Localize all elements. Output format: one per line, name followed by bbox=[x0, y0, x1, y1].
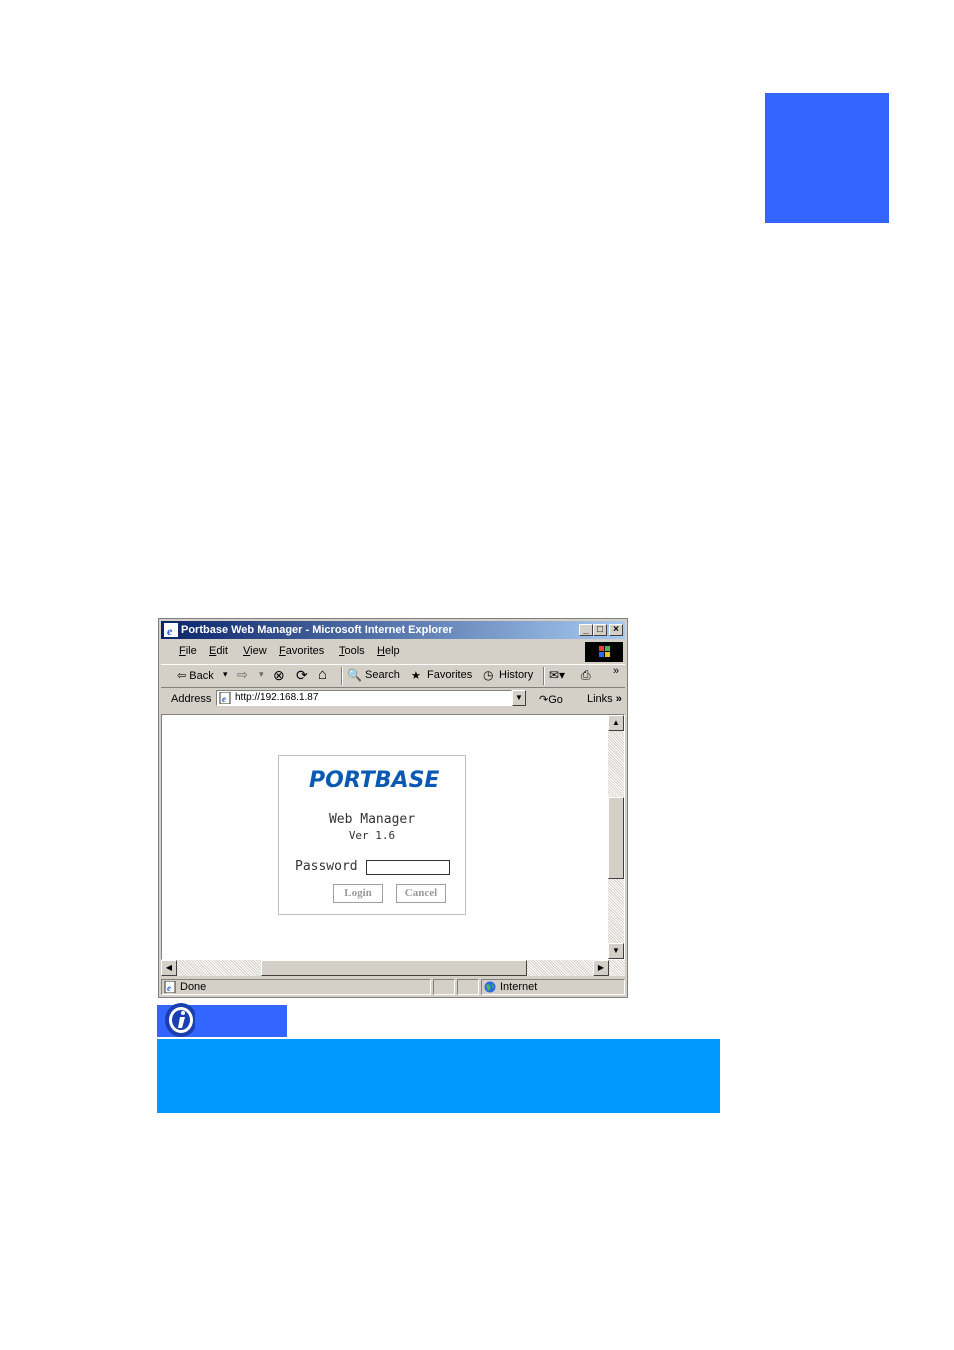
ie-browser-window: e Portbase Web Manager - Microsoft Inter… bbox=[158, 618, 628, 998]
menu-view[interactable]: View bbox=[243, 645, 267, 657]
menu-help[interactable]: Help bbox=[377, 645, 400, 657]
toolbar-more-icon[interactable]: » bbox=[613, 665, 619, 677]
go-arrow-icon: ↷ bbox=[539, 694, 549, 706]
maximize-button[interactable]: □ bbox=[593, 624, 607, 636]
svg-text:e: e bbox=[167, 624, 173, 637]
status-text-cell: e Done bbox=[161, 979, 431, 995]
info-icon bbox=[165, 1003, 195, 1037]
password-input[interactable] bbox=[366, 860, 450, 875]
address-dropdown-icon[interactable]: ▼ bbox=[512, 690, 526, 706]
stop-icon[interactable]: ⊗ bbox=[273, 667, 285, 684]
links-more-icon: » bbox=[615, 693, 622, 705]
horizontal-scroll-thumb[interactable] bbox=[261, 960, 527, 976]
mail-icon[interactable]: ✉▾ bbox=[549, 668, 565, 682]
svg-text:e: e bbox=[222, 694, 226, 704]
version-label: Ver 1.6 bbox=[348, 829, 396, 842]
search-button[interactable]: Search bbox=[365, 669, 400, 681]
chapter-marker-block bbox=[765, 93, 889, 223]
title-bar[interactable]: e Portbase Web Manager - Microsoft Inter… bbox=[161, 621, 625, 639]
note-band bbox=[157, 1039, 720, 1113]
password-label: Password bbox=[295, 859, 358, 874]
menu-bar: File Edit View Favorites Tools Help bbox=[161, 641, 625, 662]
address-input[interactable]: e http://192.168.1.87 bbox=[216, 690, 512, 706]
vertical-scroll-thumb[interactable] bbox=[608, 797, 624, 879]
links-button[interactable]: Links » bbox=[587, 693, 622, 705]
home-icon[interactable]: ⌂ bbox=[318, 666, 327, 683]
cancel-button[interactable]: Cancel bbox=[396, 884, 446, 903]
forward-button[interactable]: ⇨ bbox=[237, 667, 248, 683]
page-status-icon: e bbox=[164, 981, 176, 993]
scroll-left-icon[interactable]: ◀ bbox=[161, 960, 177, 976]
menu-favorites[interactable]: Favorites bbox=[279, 645, 324, 657]
print-icon[interactable]: ⎙ bbox=[581, 668, 591, 683]
vertical-scrollbar[interactable]: ▲ ▼ bbox=[608, 715, 624, 959]
address-bar: Address e http://192.168.1.87 ▼ ↷Go Link… bbox=[161, 688, 625, 710]
go-button[interactable]: ↷Go bbox=[539, 693, 563, 706]
refresh-icon[interactable]: ⟳ bbox=[296, 667, 308, 684]
zone-cell: Internet bbox=[481, 979, 625, 995]
login-panel: PORTBASE Web Manager Ver 1.6 Password Lo… bbox=[278, 755, 466, 915]
history-button[interactable]: History bbox=[499, 669, 533, 681]
search-icon[interactable]: 🔍 bbox=[347, 668, 362, 682]
windows-logo-icon bbox=[585, 642, 623, 662]
back-button[interactable]: ⇦ Back bbox=[177, 669, 214, 682]
globe-icon bbox=[484, 981, 496, 993]
svg-text:e: e bbox=[167, 983, 171, 993]
web-manager-title: Web Manager bbox=[328, 812, 416, 827]
status-bar: e Done Internet bbox=[161, 978, 625, 996]
standard-toolbar: ⇦ Back ▾ ⇨ ▾ ⊗ ⟳ ⌂ 🔍 Search ★ Favorites … bbox=[161, 664, 625, 688]
favorites-icon[interactable]: ★ bbox=[411, 669, 421, 682]
minimize-button[interactable]: _ bbox=[579, 624, 593, 636]
toolbar-separator bbox=[341, 667, 343, 685]
history-icon[interactable]: ◷ bbox=[483, 668, 493, 682]
scroll-right-icon[interactable]: ▶ bbox=[593, 960, 609, 976]
scroll-up-icon[interactable]: ▲ bbox=[608, 715, 624, 731]
status-empty-cell bbox=[433, 979, 455, 995]
favorites-button[interactable]: Favorites bbox=[427, 669, 472, 681]
window-title: Portbase Web Manager - Microsoft Interne… bbox=[181, 624, 453, 636]
toolbar-separator bbox=[543, 667, 545, 685]
menu-tools[interactable]: Tools bbox=[339, 645, 365, 657]
close-button[interactable]: × bbox=[609, 624, 623, 636]
scroll-down-icon[interactable]: ▼ bbox=[608, 943, 624, 959]
back-dropdown-icon[interactable]: ▾ bbox=[223, 669, 228, 680]
menu-edit[interactable]: Edit bbox=[209, 645, 228, 657]
forward-dropdown-icon[interactable]: ▾ bbox=[259, 669, 264, 680]
page-viewport: PORTBASE Web Manager Ver 1.6 Password Lo… bbox=[161, 714, 625, 960]
page-icon: e bbox=[219, 692, 231, 704]
address-label: Address bbox=[171, 693, 212, 705]
address-url: http://192.168.1.87 bbox=[235, 692, 319, 703]
horizontal-scrollbar[interactable]: ◀ ▶ bbox=[161, 960, 625, 976]
note-tab bbox=[157, 1003, 287, 1037]
internet-explorer-icon: e bbox=[164, 623, 178, 637]
status-empty-cell bbox=[457, 979, 479, 995]
menu-file[interactable]: File bbox=[179, 645, 197, 657]
portbase-logo: PORTBASE bbox=[309, 768, 440, 793]
login-button[interactable]: Login bbox=[333, 884, 383, 903]
